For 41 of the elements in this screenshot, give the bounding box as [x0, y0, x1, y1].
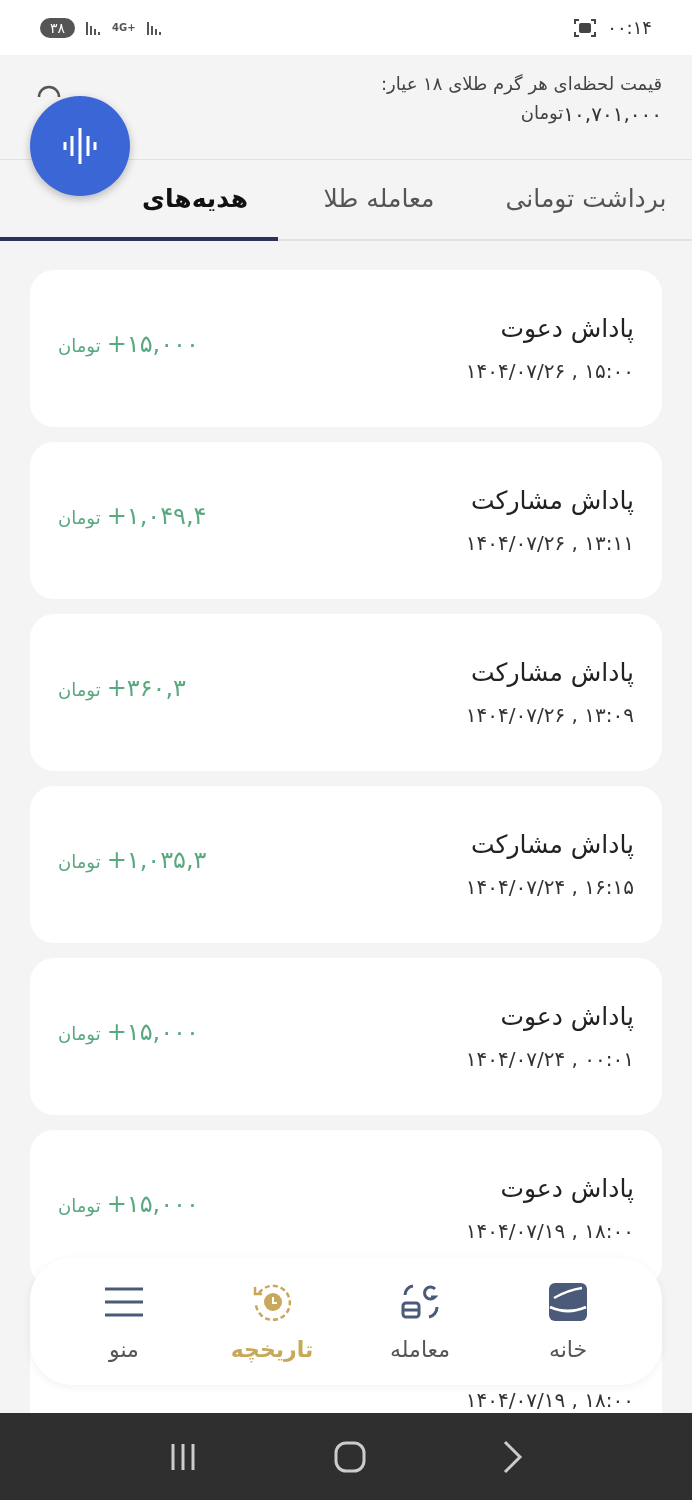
sound-wave-icon: [62, 126, 98, 166]
nav-tab[interactable]: خانه: [503, 1281, 633, 1362]
screenshot-icon: [573, 16, 598, 39]
clock-time: ۰۰:۱۴: [607, 17, 652, 38]
reward-amount: +۱,۰۳۵,۳: [106, 845, 207, 874]
reward-amount: +۱۵,۰۰۰: [106, 1189, 199, 1218]
currency-unit: تومان: [58, 850, 101, 872]
nav-tab[interactable]: منو: [59, 1281, 189, 1362]
nav-tab[interactable]: معامله: [355, 1281, 485, 1362]
reward-date: ۱۴۰۴/۰۷/۲۶ , ۱۳:۱۱: [465, 531, 634, 555]
price-label: قیمت لحظه‌ای هر گرم طلای ۱۸ عیار:: [380, 73, 662, 94]
reward-date: ۱۴۰۴/۰۷/۱۹ , ۱۸:۰۰: [465, 1219, 634, 1243]
reward-date: ۱۴۰۴/۰۷/۲۴ , ۰۰:۰۱: [465, 1047, 634, 1071]
reward-title: پاداش مشارکت: [471, 830, 634, 859]
reward-date: ۱۴۰۴/۰۷/۲۴ , ۱۶:۱۵: [465, 875, 634, 899]
reward-date: ۱۴۰۴/۰۷/۲۶ , ۱۳:۰۹: [465, 703, 634, 727]
reward-title: پاداش مشارکت: [471, 658, 634, 687]
reward-amount: +۱۵,۰۰۰: [106, 329, 199, 358]
reward-date: ۱۴۰۴/۰۷/۲۶ , ۱۵:۰۰: [465, 359, 634, 383]
price-unit: تومان: [520, 102, 564, 126]
reward-title: پاداش دعوت: [500, 1002, 634, 1031]
price-value: ۱۰,۷۰۱,۰۰۰: [563, 102, 662, 126]
home-icon: [547, 1281, 589, 1323]
currency-unit: تومان: [58, 1022, 101, 1044]
tab[interactable]: برداشت تومانی: [480, 160, 692, 241]
reward-date: ۱۴۰۴/۰۷/۱۹ , ۱۸:۰۰: [465, 1388, 634, 1412]
home-button-icon[interactable]: [334, 1440, 366, 1473]
network-type: 4G+: [112, 22, 136, 33]
reward-title: پاداش مشارکت: [471, 486, 634, 515]
currency-unit: تومان: [58, 678, 101, 700]
reward-title: پاداش دعوت: [500, 1174, 634, 1203]
currency-unit: تومان: [58, 1194, 101, 1216]
reward-amount: +۱,۰۴۹,۴: [106, 501, 207, 530]
reward-amount: +۱۵,۰۰۰: [106, 1017, 199, 1046]
back-icon[interactable]: [502, 1439, 524, 1474]
reward-amount: +۳۶۰,۳: [106, 673, 186, 702]
battery-indicator: ۳۸: [40, 17, 76, 38]
reward-title: پاداش دعوت: [500, 314, 634, 343]
currency-unit: تومان: [58, 334, 101, 356]
tab[interactable]: معامله طلا: [278, 160, 480, 241]
currency-unit: تومان: [58, 506, 101, 528]
